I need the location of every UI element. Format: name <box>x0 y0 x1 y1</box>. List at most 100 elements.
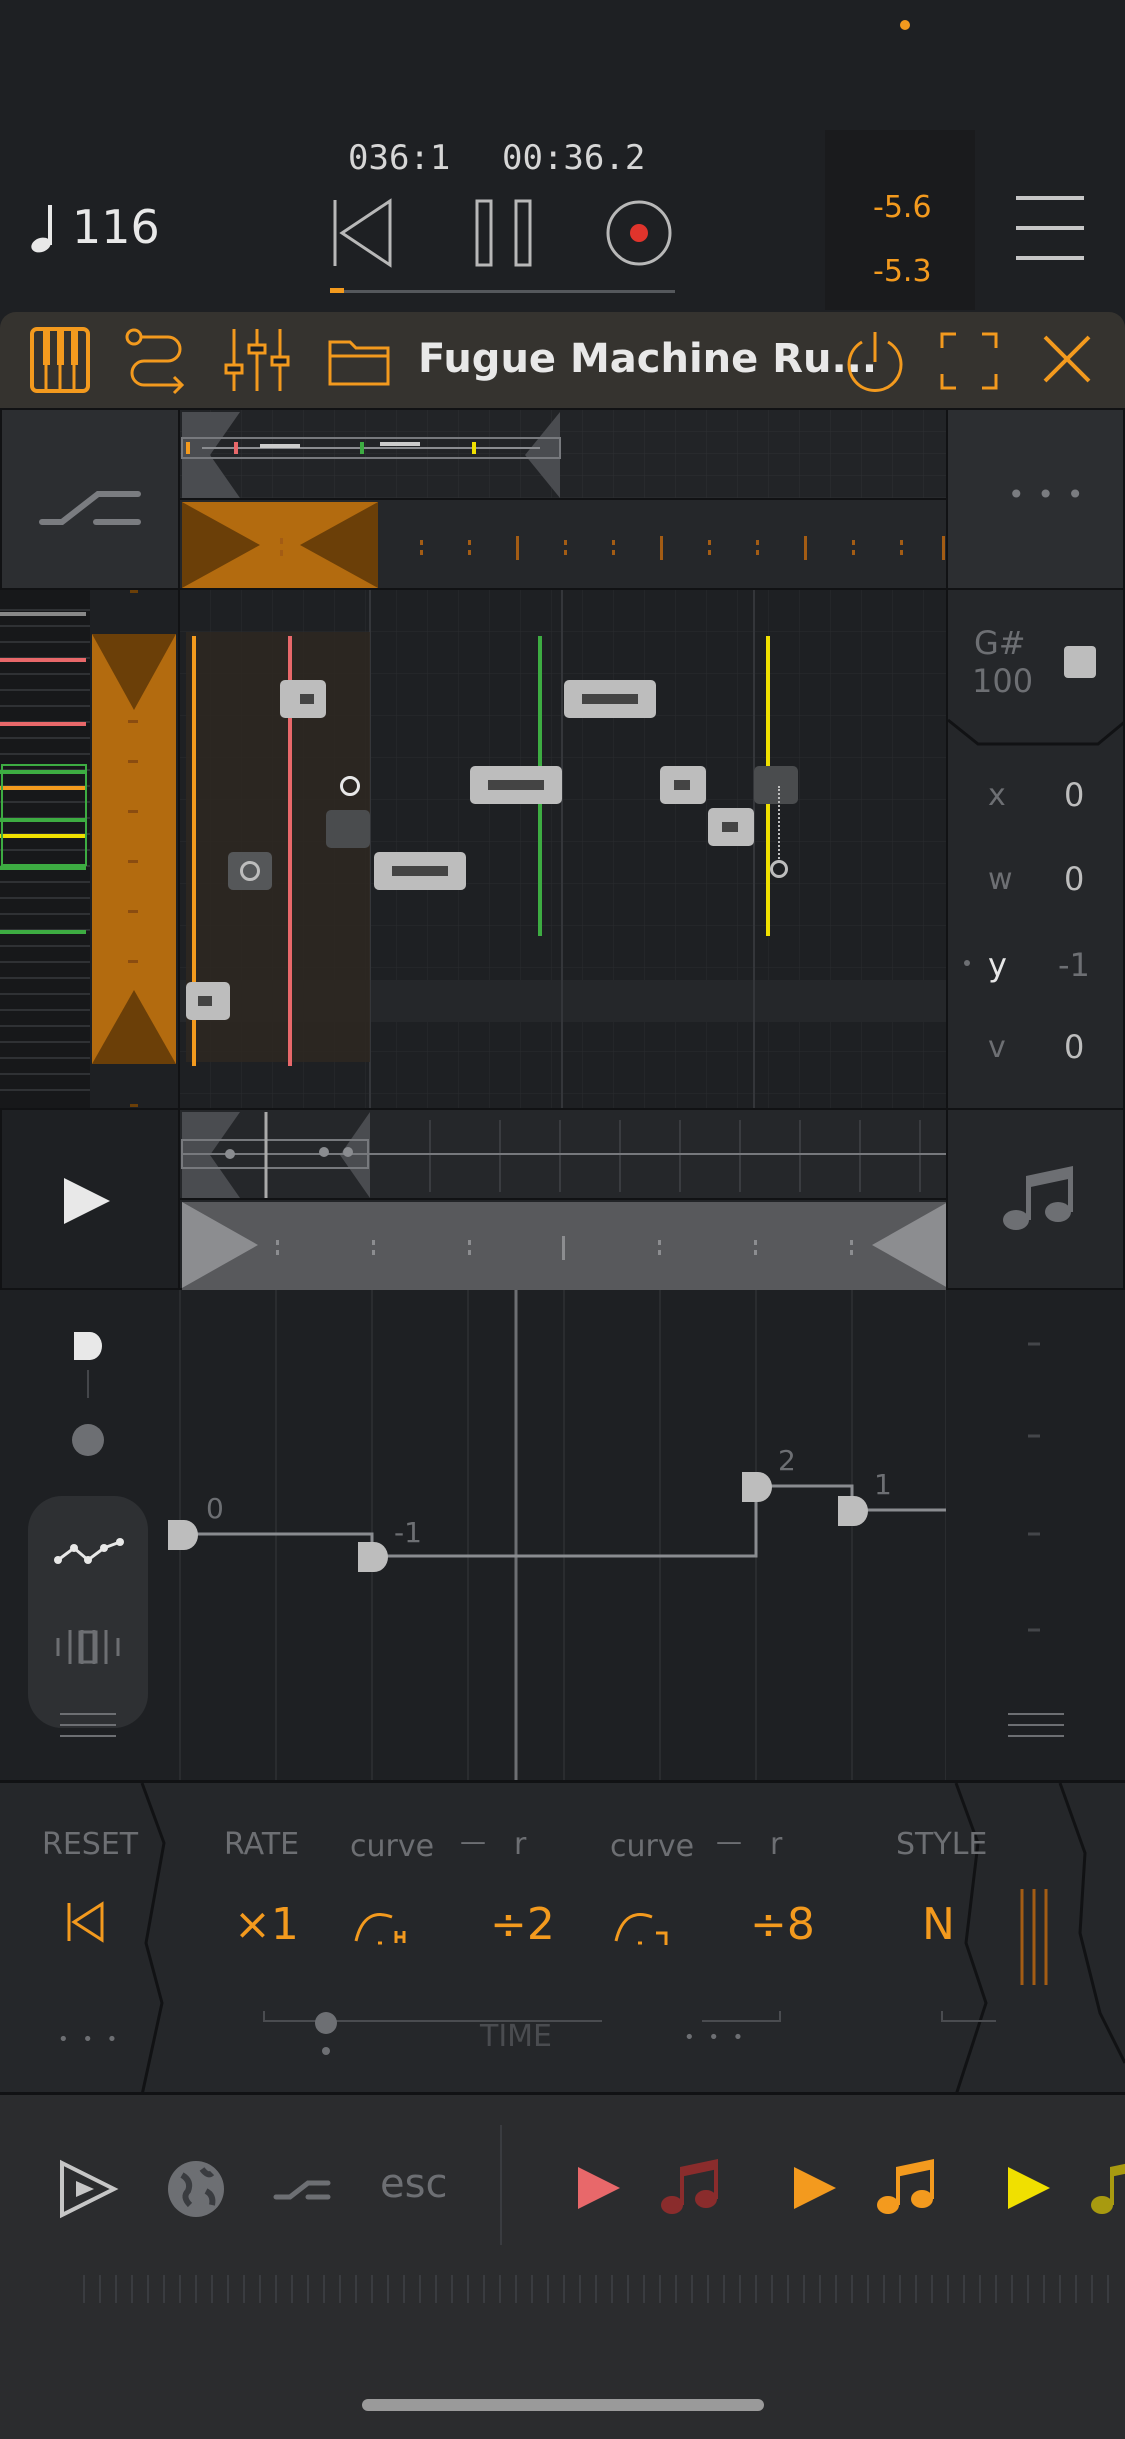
dash2: — <box>716 1827 742 1857</box>
note-block[interactable] <box>374 852 466 890</box>
dash1: — <box>460 1827 486 1857</box>
transport-progress <box>330 290 675 293</box>
play-track-2-icon[interactable] <box>790 2163 840 2213</box>
toolbar-divider <box>500 2125 502 2245</box>
graph-point[interactable] <box>836 1494 868 1526</box>
routing-icon[interactable] <box>124 327 190 395</box>
curve2-icon[interactable] <box>612 1905 678 1949</box>
param-v-value[interactable]: 0 <box>1064 1028 1084 1066</box>
note-block[interactable] <box>708 808 754 846</box>
ghost-note[interactable] <box>228 852 272 890</box>
folder-icon[interactable] <box>328 334 390 386</box>
graph-point[interactable] <box>356 1540 388 1572</box>
sequence-ruler[interactable] <box>178 1198 948 1290</box>
velocity-line <box>778 786 780 862</box>
division1-value[interactable]: ÷2 <box>490 1899 555 1950</box>
timeline-ticks <box>83 2275 1109 2303</box>
reset-dots[interactable]: • • • <box>58 2029 121 2050</box>
ghost-note[interactable] <box>754 766 798 804</box>
param-y-value[interactable]: -1 <box>1058 946 1090 984</box>
close-icon[interactable] <box>1042 334 1092 384</box>
reset-button[interactable] <box>66 1901 106 1943</box>
ghost-note[interactable] <box>326 810 370 848</box>
esc-button[interactable]: esc <box>380 2161 447 2207</box>
mixer-icon[interactable] <box>224 327 290 393</box>
send-icon[interactable] <box>58 2159 119 2219</box>
pitch-range-bar[interactable] <box>90 590 178 1110</box>
line-graph-icon[interactable] <box>54 1526 124 1576</box>
param-w-value[interactable]: 0 <box>1064 860 1084 898</box>
note-block[interactable] <box>280 680 326 718</box>
tempo-lines-icon[interactable] <box>1018 1887 1052 1987</box>
globe-icon[interactable] <box>168 2161 224 2217</box>
control-panel: RESET • • • RATE curve — r curve — r STY… <box>0 1780 1125 2096</box>
selection-handle[interactable] <box>770 860 788 878</box>
curve-icon <box>39 491 141 525</box>
level-bottom: -5.3 <box>873 254 932 289</box>
piano-keyboard-strip[interactable] <box>0 590 90 1110</box>
param-x-value[interactable]: 0 <box>1064 776 1084 814</box>
graph-point[interactable] <box>166 1518 198 1550</box>
graph-point-label: -1 <box>394 1516 422 1549</box>
graph-point[interactable] <box>740 1470 772 1502</box>
menu-icon[interactable] <box>1016 194 1084 264</box>
pitch-graph[interactable]: 0 -1 2 1 <box>168 1290 947 1780</box>
loop-ruler[interactable] <box>178 498 948 590</box>
param-y-label: y <box>988 946 1007 984</box>
play-track-1-icon[interactable] <box>574 2163 624 2213</box>
sequence-overview[interactable] <box>178 1108 948 1200</box>
note-block[interactable] <box>564 680 656 718</box>
curve-mode-button[interactable] <box>0 408 180 590</box>
rewind-icon[interactable] <box>332 198 394 268</box>
note-block[interactable] <box>660 766 706 804</box>
list-icon[interactable] <box>60 1712 116 1740</box>
dot-icon[interactable] <box>72 1424 104 1456</box>
note-velocity: 100 <box>972 662 1034 700</box>
reset-label: RESET <box>42 1827 139 1862</box>
play-button[interactable] <box>0 1108 180 1290</box>
note-info-panel: G# 100 x 0 w 0 y -1 v 0 <box>946 588 1125 1110</box>
graph-point-label: 0 <box>206 1492 224 1525</box>
transport-progress-fill <box>330 288 344 293</box>
plugin-title-bar: Fugue Machine Ru... <box>0 312 1125 408</box>
note-block[interactable] <box>186 982 230 1020</box>
fullscreen-icon[interactable] <box>940 332 998 390</box>
param-v-label: v <box>988 1030 1006 1065</box>
music-note-button[interactable] <box>946 1108 1125 1290</box>
r1-label: r <box>514 1827 527 1862</box>
piano-icon[interactable] <box>30 327 90 393</box>
bar-graph-icon[interactable] <box>54 1620 124 1670</box>
divider-line <box>87 1370 89 1398</box>
rate-label: RATE <box>224 1827 300 1862</box>
music-note-track-1-icon[interactable] <box>660 2155 720 2219</box>
rate-value[interactable]: ×1 <box>234 1899 299 1950</box>
time-dots[interactable]: • • • <box>684 2027 747 2048</box>
param-y-indicator <box>964 960 970 966</box>
division2-value[interactable]: ÷8 <box>750 1899 815 1950</box>
stop-icon[interactable] <box>1064 646 1096 678</box>
music-note-icon <box>1003 1166 1073 1230</box>
more-options-button[interactable]: • • • <box>946 408 1125 590</box>
curve-icon[interactable] <box>272 2175 332 2205</box>
list-icon[interactable] <box>1008 1712 1064 1740</box>
style-value[interactable]: N <box>922 1899 955 1950</box>
music-note-track-2-icon[interactable] <box>876 2155 936 2219</box>
record-icon[interactable] <box>604 198 674 268</box>
play-icon <box>64 1178 110 1224</box>
note-grid[interactable] <box>178 588 950 1112</box>
transport-bar: 116 036:1 00:36.2 -5.6 -5.3 <box>0 120 1125 310</box>
note-icon <box>30 205 60 255</box>
position-time: 00:36.2 <box>502 138 646 178</box>
selection-handle[interactable] <box>340 776 360 796</box>
power-icon[interactable] <box>844 330 906 392</box>
pause-icon[interactable] <box>474 198 534 268</box>
pattern-overview[interactable] <box>178 408 950 502</box>
music-note-track-3-icon[interactable] <box>1090 2155 1125 2219</box>
tempo-value[interactable]: 116 <box>72 200 160 254</box>
note-block[interactable] <box>470 766 562 804</box>
more-options-label: • • • <box>1008 478 1086 511</box>
position-bars: 036:1 <box>348 138 451 178</box>
curve1-icon[interactable] <box>352 1905 418 1949</box>
note-shape-icon[interactable] <box>72 1330 102 1360</box>
play-track-3-icon[interactable] <box>1004 2163 1054 2213</box>
